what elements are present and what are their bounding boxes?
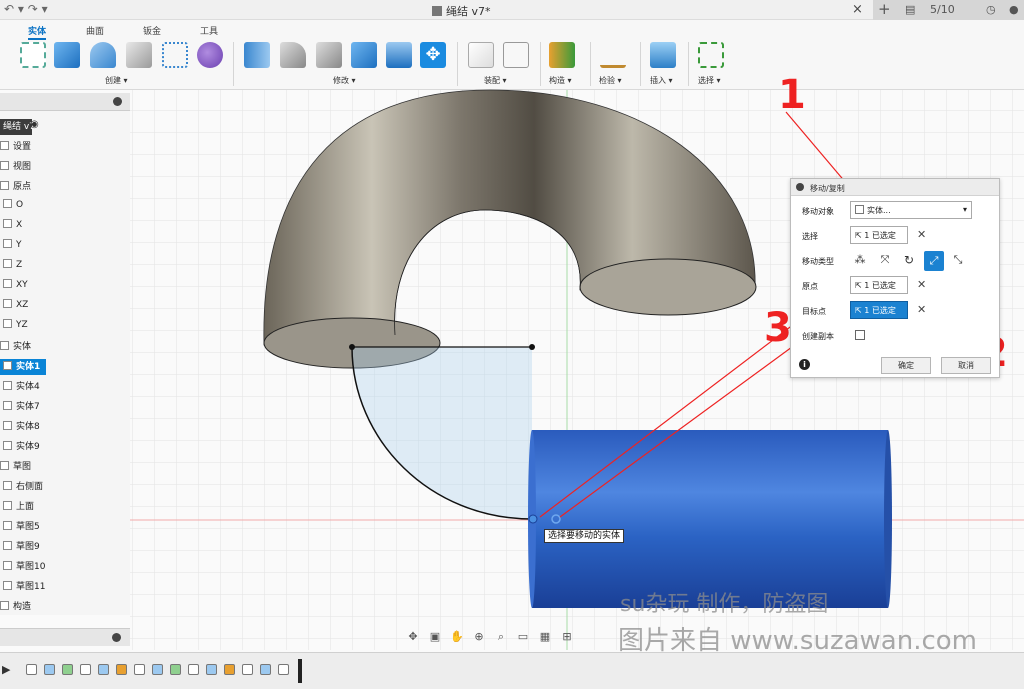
timeline-marker[interactable]	[298, 659, 302, 683]
cancel-button[interactable]: 取消	[941, 357, 991, 374]
timeline-feature-icon[interactable]	[26, 664, 37, 675]
body-icon	[855, 205, 864, 214]
cylinder-end-face	[884, 430, 892, 608]
grid-settings-icon[interactable]: ▦	[537, 630, 553, 644]
timeline-bar: ▶	[0, 652, 1024, 689]
annotation-label-1: 1	[778, 72, 806, 118]
tooltip: 选择要移动的实体	[544, 529, 625, 543]
pan-icon[interactable]: ✋	[449, 630, 465, 644]
timeline-feature-icon[interactable]	[80, 664, 91, 675]
timeline-feature-icon[interactable]	[188, 664, 199, 675]
selection-field[interactable]: ⇱ 1 已选定	[850, 226, 908, 244]
translate-icon[interactable]: ⤧	[876, 253, 894, 271]
timeline-feature-icon[interactable]	[134, 664, 145, 675]
timeline-feature-icon[interactable]	[98, 664, 109, 675]
cursor-icon: ⇱	[855, 231, 865, 240]
info-icon[interactable]: i	[799, 359, 810, 370]
clear-selection-icon[interactable]: ✕	[917, 228, 926, 241]
free-move-icon[interactable]: ⁂	[851, 253, 869, 271]
point-to-point-icon[interactable]: ⤢	[924, 251, 944, 271]
timeline-feature-icon[interactable]	[116, 664, 127, 675]
create-copy-label: 创建副本	[802, 332, 834, 341]
timeline-feature-icon[interactable]	[206, 664, 217, 675]
point-to-position-icon[interactable]: ⤡	[949, 253, 967, 271]
dialog-title: 移动/复制	[810, 184, 845, 193]
timeline-feature-icon[interactable]	[242, 664, 253, 675]
selection-label: 选择	[802, 232, 818, 241]
move-copy-dialog: 移动/复制 移动对象 实体... ▾ 选择 ⇱ 1 已选定 ✕ 移动类型 ⁂ ⤧ …	[790, 178, 1000, 378]
timeline-feature-icon[interactable]	[170, 664, 181, 675]
ok-button[interactable]: 确定	[881, 357, 931, 374]
timeline-feature-icon[interactable]	[278, 664, 289, 675]
chevron-down-icon: ▾	[962, 205, 967, 214]
annotation-label-3: 3	[764, 305, 792, 351]
move-object-label: 移动对象	[802, 207, 834, 216]
watermark-line-1: su杂玩 制作，防盗图	[620, 592, 829, 617]
create-copy-checkbox[interactable]	[855, 330, 865, 340]
comments-panel	[0, 628, 130, 646]
cursor-icon: ⇱	[855, 281, 865, 290]
move-object-dropdown[interactable]: 实体... ▾	[850, 201, 972, 219]
play-icon[interactable]: ▶	[2, 663, 10, 676]
target-point-field[interactable]: ⇱ 1 已选定	[850, 301, 908, 319]
display-settings-icon[interactable]: ▭	[515, 630, 531, 644]
clear-target-icon[interactable]: ✕	[917, 303, 926, 316]
blue-cylinder-body[interactable]	[532, 430, 888, 608]
torus-end-face-right[interactable]	[579, 258, 757, 316]
viewports-icon[interactable]: ⊞	[559, 630, 575, 644]
sketch-point[interactable]	[529, 344, 535, 350]
collapse-icon[interactable]	[112, 633, 121, 642]
target-point-label: 目标点	[802, 307, 826, 316]
timeline-feature-icon[interactable]	[260, 664, 271, 675]
origin-point[interactable]	[528, 514, 538, 524]
cursor-icon: ⇱	[855, 306, 865, 315]
fit-icon[interactable]: ⌕	[493, 630, 509, 644]
sketch-point[interactable]	[349, 344, 355, 350]
navigation-bar: ✥ ▣ ✋ ⊕ ⌕ ▭ ▦ ⊞	[405, 630, 620, 648]
timeline-feature-icon[interactable]	[224, 664, 235, 675]
look-at-icon[interactable]: ▣	[427, 630, 443, 644]
origin-field[interactable]: ⇱ 1 已选定	[850, 276, 908, 294]
rotate-icon[interactable]: ↻	[900, 253, 918, 271]
move-type-label: 移动类型	[802, 257, 834, 266]
zoom-icon[interactable]: ⊕	[471, 630, 487, 644]
clear-origin-icon[interactable]: ✕	[917, 278, 926, 291]
collapse-icon[interactable]	[796, 183, 804, 191]
timeline-feature-icon[interactable]	[62, 664, 73, 675]
orbit-icon[interactable]: ✥	[405, 630, 421, 644]
dialog-header: 移动/复制	[791, 179, 999, 196]
origin-label: 原点	[802, 282, 818, 291]
timeline-feature-icon[interactable]	[152, 664, 163, 675]
timeline-feature-icon[interactable]	[44, 664, 55, 675]
